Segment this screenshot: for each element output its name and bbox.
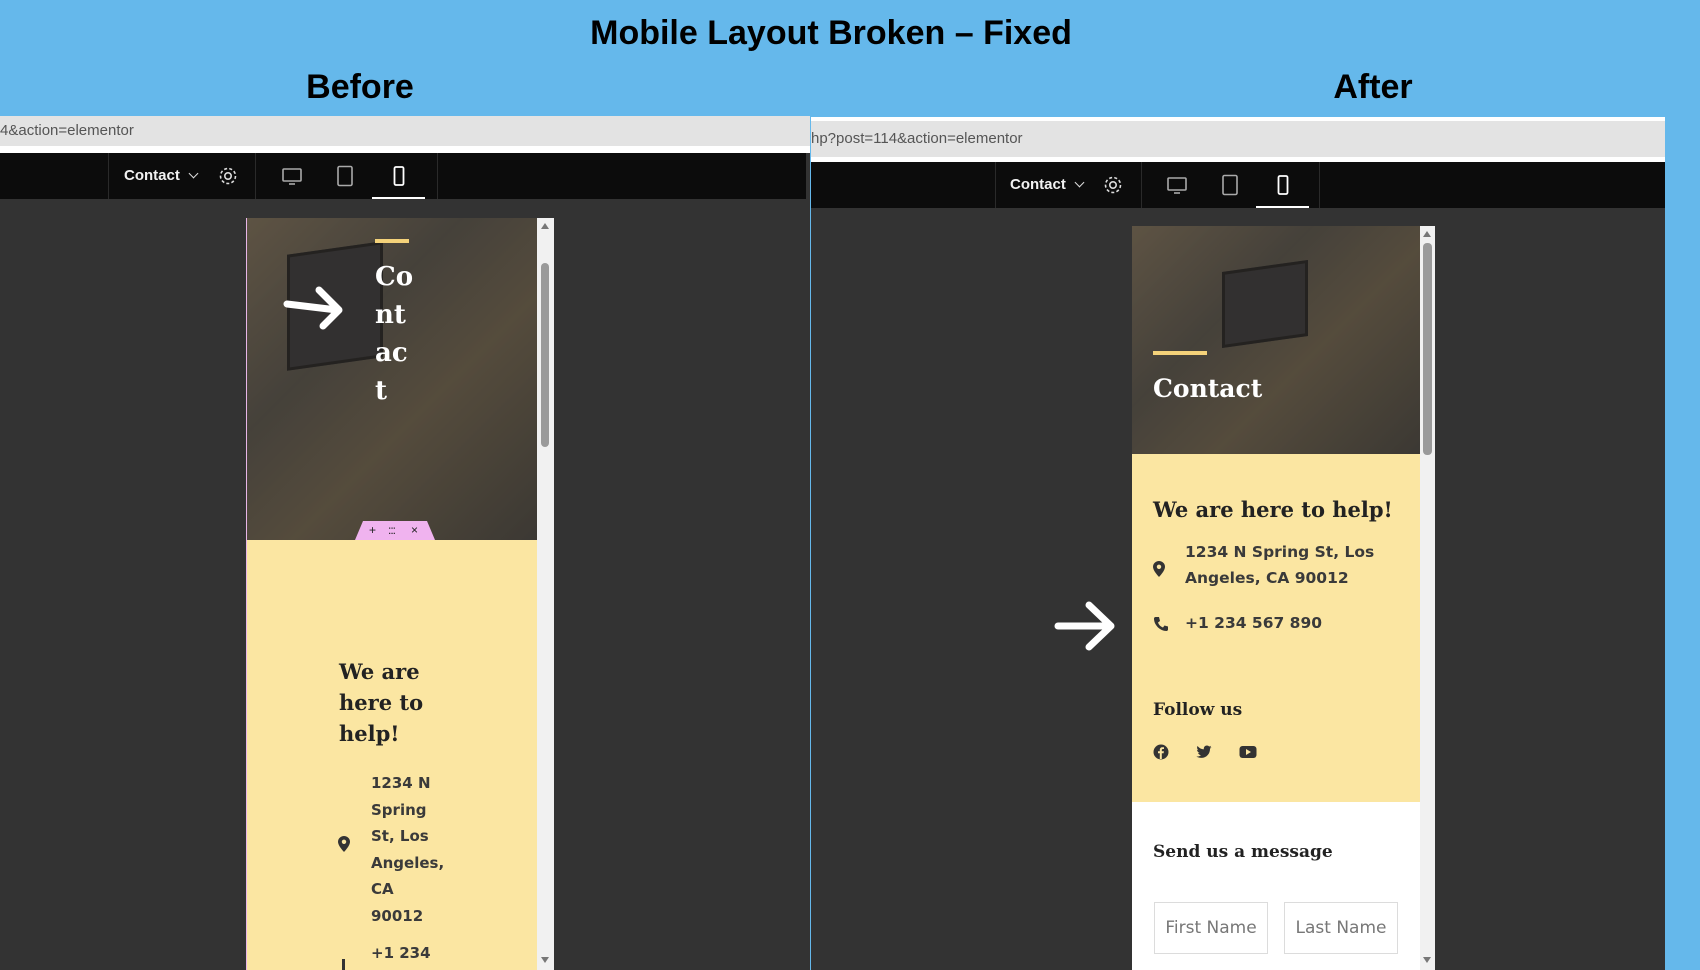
divider [1319,162,1320,208]
chevron-down-icon [188,168,199,179]
hero-title-line: Co [375,262,414,292]
last-name-field[interactable]: Last Name [1284,902,1398,954]
before-screenshot: 4&action=elementor Contact Co nt ac t + … [0,116,810,970]
before-label: Before [306,68,414,106]
hero-title-line: ac [375,338,408,368]
hero-title: Co nt ac t [375,258,413,410]
hero-title-line: t [375,376,388,406]
location-pin-icon [338,836,350,852]
after-screenshot: hp?post=114&action=elementor Contact Con… [811,117,1665,970]
page-dropdown[interactable]: Contact [124,153,199,199]
hero-section: Co nt ac t [247,218,538,540]
help-heading-line: help! [339,721,400,746]
last-name-placeholder: Last Name [1295,918,1387,938]
divider [995,162,996,208]
scroll-thumb[interactable] [541,263,549,447]
follow-heading: Follow us [1153,700,1243,720]
scroll-up-icon[interactable] [1423,231,1431,237]
page-dropdown-label: Contact [1010,176,1066,193]
mobile-preview: Contact We are here to help! 1234 N Spri… [1132,226,1420,970]
divider [108,153,109,199]
url-text: 4&action=elementor [0,122,134,139]
gear-icon[interactable] [1102,174,1124,196]
editor-toolbar: Contact [811,162,1665,208]
mobile-view-icon[interactable] [388,165,410,187]
preview-scrollbar[interactable] [537,218,554,970]
add-section-button[interactable]: + [369,521,376,540]
address-line: Spring [371,800,427,819]
mobile-view-icon[interactable] [1272,174,1294,196]
section-handle[interactable]: + ::: × [355,521,435,540]
phone-icon [1154,617,1168,631]
address-text: 1234 N Spring St, Los Angeles, CA 90012 [1185,539,1374,591]
message-heading: Send us a message [1153,842,1333,862]
page-dropdown-label: Contact [124,167,180,184]
help-heading-line: We are [339,659,420,684]
twitter-icon[interactable] [1196,745,1212,759]
address-bar[interactable]: 4&action=elementor [0,116,810,146]
accent-line [1153,351,1207,355]
address-line: Angeles, CA 90012 [1185,569,1349,587]
arrow-right-icon [283,286,343,330]
tablet-view-icon[interactable] [334,165,356,187]
mobile-preview: Co nt ac t + ::: × We are here to help! … [246,218,538,970]
address-line: 1234 N Spring St, Los [1185,543,1375,561]
active-device-indicator [372,197,425,199]
separator [0,146,810,153]
desktop-view-icon[interactable] [1166,174,1188,196]
facebook-icon[interactable] [1153,744,1169,760]
accent-line [375,239,409,243]
divider [1141,162,1142,208]
address-bar[interactable]: hp?post=114&action=elementor [811,121,1665,157]
scroll-up-icon[interactable] [541,223,549,229]
page-title: Mobile Layout Broken – Fixed [590,14,1072,52]
editor-toolbar: Contact [0,153,806,199]
active-device-indicator [1256,206,1309,208]
help-heading: We are here to help! [1153,497,1393,522]
preview-scrollbar[interactable] [1420,226,1435,970]
after-label: After [1333,68,1413,106]
tablet-view-icon[interactable] [1219,174,1241,196]
hero-title-line: nt [375,300,406,330]
address-line: 1234 N [371,774,431,792]
address-line: 90012 [371,906,424,925]
drag-handle[interactable]: ::: [388,521,396,540]
help-heading: We are here to help! [339,656,423,749]
location-pin-icon [1153,561,1165,577]
page-dropdown[interactable]: Contact [1010,162,1085,208]
address-line: Angeles, [371,853,445,872]
hero-overlay [1132,226,1420,454]
phone-text: +1 234 567 890 [1185,614,1323,632]
delete-section-button[interactable]: × [411,521,418,540]
contact-form-section: Send us a message First Name Last Name [1132,802,1420,970]
divider [437,153,438,199]
help-heading-line: here to [339,690,424,715]
first-name-placeholder: First Name [1165,918,1257,938]
desktop-view-icon[interactable] [281,165,303,187]
scroll-down-icon[interactable] [541,957,549,963]
first-name-field[interactable]: First Name [1154,902,1268,954]
gear-icon[interactable] [217,165,239,187]
phone-icon [342,959,345,970]
scroll-thumb[interactable] [1423,243,1432,455]
youtube-icon[interactable] [1239,745,1257,759]
address-line: CA [371,880,394,898]
url-text: hp?post=114&action=elementor [811,130,1023,147]
divider [255,153,256,199]
address-line: St, Los [371,827,429,845]
phone-text: +1 234 [371,944,431,962]
arrow-right-icon [1054,601,1115,651]
hero-section: Contact [1132,226,1420,454]
chevron-down-icon [1074,177,1085,188]
hero-title: Contact [1153,374,1263,403]
address-text: 1234 N Spring St, Los Angeles, CA 90012 [371,770,444,929]
scroll-down-icon[interactable] [1423,957,1431,963]
